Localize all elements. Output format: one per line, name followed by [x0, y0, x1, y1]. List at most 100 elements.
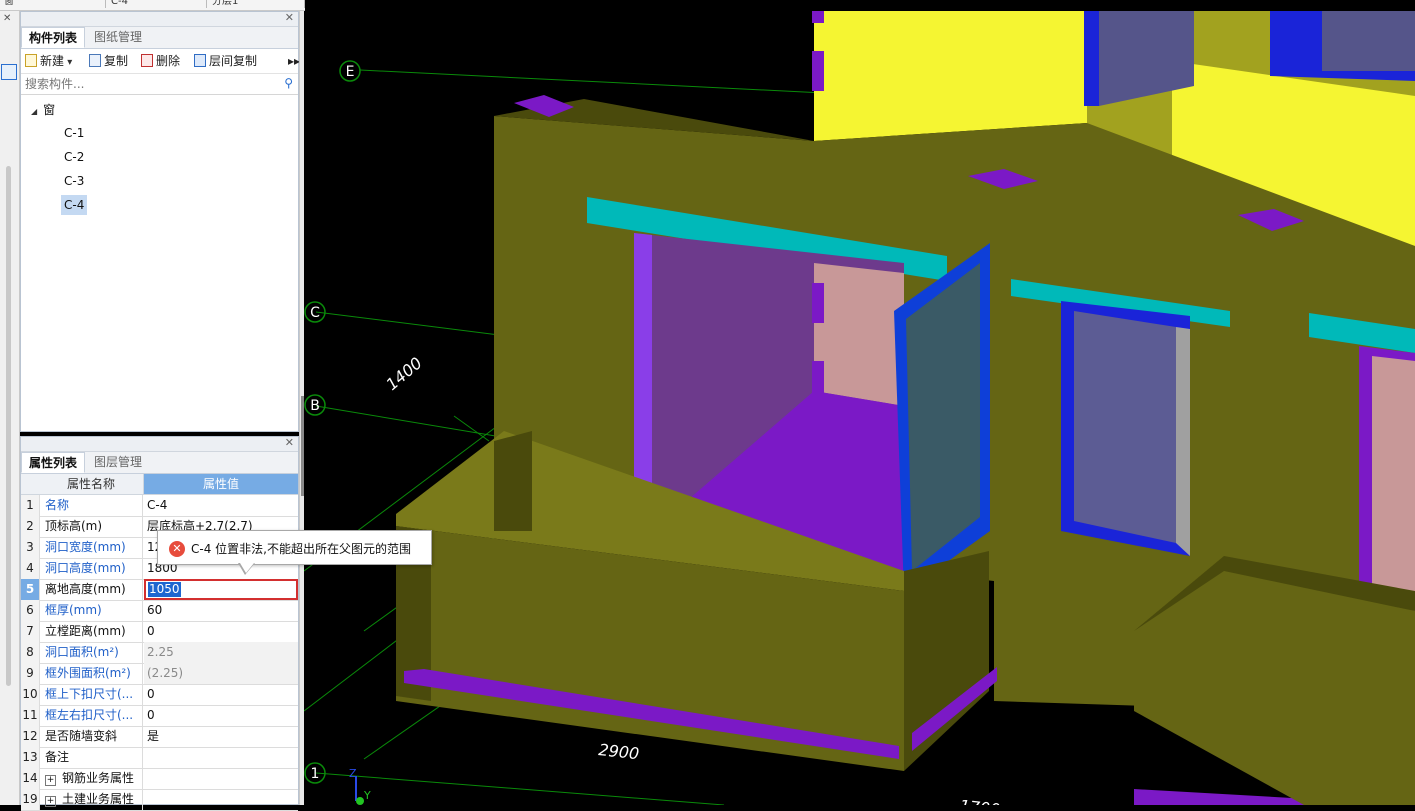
dimension-1400: 1400 — [382, 353, 425, 394]
component-list-panel: ✕ 构件列表 图纸管理 新建 ▾ 复制 删除 层间复制 ▸▸ ⚲ ◢窗 C-1 … — [20, 11, 300, 432]
left-dock-strip: ✕ — [0, 11, 20, 805]
row-number: 4 — [21, 558, 40, 579]
tab-component-list[interactable]: 构件列表 — [21, 27, 86, 48]
orientation-gizmo — [355, 776, 364, 805]
delete-button[interactable]: 删除 — [141, 52, 180, 70]
upper-purple-post — [812, 51, 824, 91]
close-icon[interactable]: ✕ — [285, 11, 294, 24]
balcony-post — [494, 431, 532, 531]
axis-label-1: 1 — [311, 766, 320, 782]
panel-toggle-icon[interactable] — [1, 64, 17, 80]
property-value[interactable]: 是 — [144, 726, 298, 747]
copy-button[interactable]: 复制 — [89, 52, 128, 70]
tree-item-c1[interactable]: C-1 — [61, 123, 87, 143]
component-toolbar: 新建 ▾ 复制 删除 层间复制 ▸▸ — [21, 49, 300, 74]
tree-item-c3[interactable]: C-3 — [61, 171, 87, 191]
tree-root-label: 窗 — [43, 103, 56, 117]
row-number: 7 — [21, 621, 40, 642]
property-row-civil-group[interactable]: 19 + 土建业务属性 — [21, 789, 298, 811]
tab-drawing-management[interactable]: 图纸管理 — [87, 27, 149, 48]
tab-layer-management[interactable]: 图层管理 — [87, 452, 149, 473]
property-row-sill-height[interactable]: 5 离地高度(mm) 1050 — [21, 579, 298, 601]
property-value[interactable]: C-4 — [144, 495, 298, 516]
window-1-purple-post-b — [812, 361, 824, 401]
row-number: 5 — [21, 579, 40, 600]
left-scrollbar[interactable] — [6, 166, 11, 686]
property-row-frame-lr-deduct[interactable]: 11 框左右扣尺寸(... 0 — [21, 705, 298, 727]
axis-label-e: E — [346, 64, 355, 80]
floor-copy-button[interactable]: 层间复制 — [194, 52, 257, 70]
floor-copy-button-label: 层间复制 — [209, 54, 258, 68]
sill-height-input-text[interactable]: 1050 — [148, 582, 181, 597]
property-name: 洞口面积(m²) — [40, 642, 143, 663]
property-tabs: 属性列表 图层管理 — [21, 452, 298, 474]
collapse-triangle-icon[interactable]: ◢ — [31, 107, 37, 116]
close-icon[interactable]: ✕ — [285, 436, 294, 449]
new-button-label: 新建 — [40, 54, 65, 68]
property-name: 洞口高度(mm) — [40, 558, 143, 579]
property-value[interactable]: 60 — [144, 600, 298, 621]
new-document-icon — [25, 54, 37, 67]
3d-viewport[interactable]: E C B 1 1400 2900 1700 — [304, 11, 1415, 805]
panel-titlebar: ✕ — [21, 11, 298, 27]
property-group-label: 钢筋业务属性 — [62, 771, 135, 785]
copy-button-label: 复制 — [104, 54, 129, 68]
3d-scene[interactable]: E C B 1 1400 2900 1700 — [304, 11, 1415, 805]
topbar-type-cell[interactable]: 窗 — [0, 0, 106, 8]
property-name: 名称 — [40, 495, 143, 516]
close-icon[interactable]: ✕ — [3, 13, 11, 24]
sill-height-input[interactable]: 1050 — [144, 579, 298, 600]
new-button[interactable]: 新建 ▾ — [25, 52, 72, 70]
header-property-value: 属性值 — [144, 474, 298, 494]
header-property-name: 属性名称 — [39, 474, 144, 494]
tree-item-c4[interactable]: C-4 — [61, 195, 88, 215]
expand-plus-icon[interactable]: + — [45, 775, 56, 786]
dimension-1700: 1700 — [959, 796, 1001, 805]
component-tabs: 构件列表 图纸管理 — [21, 27, 298, 49]
property-row-frame-tb-deduct[interactable]: 10 框上下扣尺寸(... 0 — [21, 684, 298, 706]
property-row-frame-distance[interactable]: 7 立樘距离(mm) 0 — [21, 621, 298, 643]
axis-label-b: B — [310, 398, 320, 414]
dropdown-arrow-icon[interactable]: ▾ — [64, 57, 72, 68]
property-value — [144, 768, 298, 789]
delete-button-label: 删除 — [156, 54, 181, 68]
property-name: 备注 — [40, 747, 143, 768]
search-icon[interactable]: ⚲ — [284, 76, 293, 90]
topbar-layer-cell[interactable]: 分层1 — [208, 0, 305, 8]
gizmo-y-label: Y — [363, 789, 371, 802]
property-row-rebar-group[interactable]: 14 + 钢筋业务属性 — [21, 768, 298, 790]
row-number: 8 — [21, 642, 40, 663]
tree-item-c2[interactable]: C-2 — [61, 147, 87, 167]
property-row-tilt-with-wall[interactable]: 12 是否随墙变斜 是 — [21, 726, 298, 748]
property-value[interactable]: 0 — [144, 705, 298, 726]
property-row-remark[interactable]: 13 备注 — [21, 747, 298, 769]
property-name: 立樘距离(mm) — [40, 621, 143, 642]
tab-property-list[interactable]: 属性列表 — [21, 452, 86, 473]
property-row-opening-area[interactable]: 8 洞口面积(m²) 2.25 — [21, 642, 298, 664]
property-name: 框上下扣尺寸(... — [40, 684, 143, 705]
tree-root-window[interactable]: ◢ 窗 — [31, 101, 55, 118]
property-group-label: 土建业务属性 — [62, 792, 135, 806]
property-name: 洞口宽度(mm) — [40, 537, 143, 558]
expand-plus-icon[interactable]: + — [45, 796, 56, 807]
floor-copy-icon — [194, 54, 206, 67]
row-number: 6 — [21, 600, 40, 621]
property-value[interactable]: 0 — [144, 621, 298, 642]
property-row-frame-thickness[interactable]: 6 框厚(mm) 60 — [21, 600, 298, 622]
property-value[interactable]: 0 — [144, 684, 298, 705]
property-value[interactable] — [144, 747, 298, 768]
window-2-reveal — [1176, 327, 1190, 556]
row-number: 10 — [21, 684, 40, 705]
row-number: 12 — [21, 726, 40, 747]
row-number: 13 — [21, 747, 40, 768]
property-row-frame-area[interactable]: 9 框外围面积(m²) (2.25) — [21, 663, 298, 685]
upper-purple-post-top — [812, 11, 824, 23]
search-input[interactable] — [23, 75, 277, 93]
topbar-name-cell[interactable]: C-4 — [107, 0, 207, 8]
error-tooltip: ✕ C-4 位置非法,不能超出所在父图元的范围 — [157, 530, 432, 565]
property-value — [144, 789, 298, 810]
property-row-name[interactable]: 1 名称 C-4 — [21, 495, 298, 517]
row-number: 14 — [21, 768, 40, 789]
property-name: 框外围面积(m²) — [40, 663, 143, 684]
dimension-2900: 2900 — [598, 740, 640, 763]
